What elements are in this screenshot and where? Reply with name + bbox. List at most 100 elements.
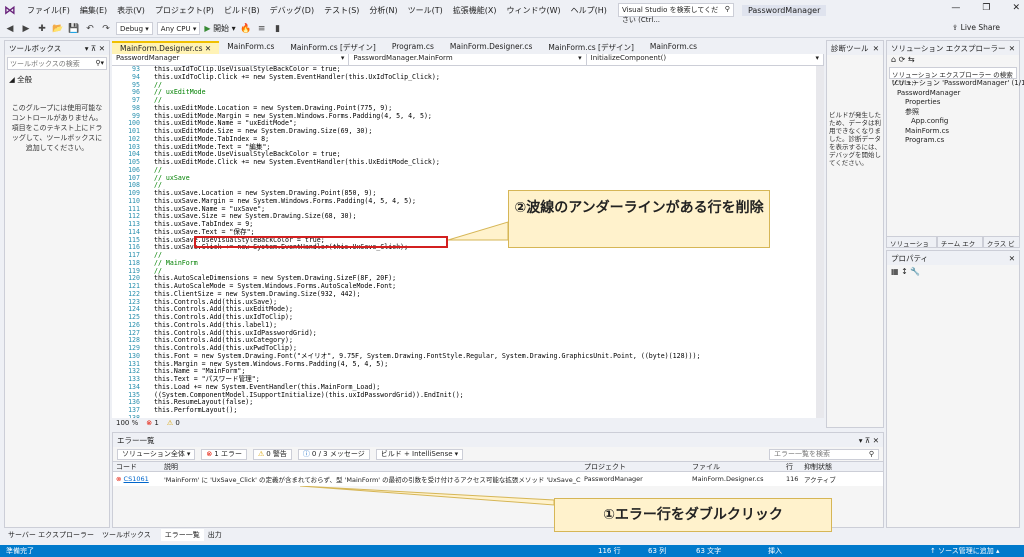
- close-icon[interactable]: ✕: [1009, 254, 1015, 263]
- editor-scrollbar[interactable]: [816, 66, 824, 418]
- error-code[interactable]: CS1061: [124, 475, 149, 483]
- fire-icon[interactable]: 🔥: [240, 24, 252, 34]
- menu-item[interactable]: ツール(T): [403, 5, 448, 16]
- code-line[interactable]: //: [154, 166, 814, 175]
- build-filter-dropdown[interactable]: ビルド + IntelliSense ▾: [375, 448, 464, 460]
- code-line[interactable]: // uxSave: [154, 174, 814, 183]
- code-line[interactable]: this.uxIdToClip.Click += new System.Even…: [154, 73, 814, 82]
- back-icon[interactable]: ◀: [4, 24, 16, 34]
- solution-explorer-panel: ソリューション エクスプローラー ✕ ⌂ ⟳ ⇆ ソリューション エクスプローラー…: [886, 40, 1024, 248]
- error-search-input[interactable]: エラー一覧を検索 ⚲: [769, 448, 879, 460]
- tree-item-solution[interactable]: ソリューション 'PasswordManager' (1/1 プロ: [887, 79, 1024, 89]
- code-line[interactable]: this.ResumeLayout(false);: [154, 398, 814, 407]
- menu-item[interactable]: 分析(N): [364, 5, 402, 16]
- close-icon[interactable]: ✕: [873, 44, 879, 53]
- tree-item-appconfig[interactable]: App.config: [887, 117, 1019, 127]
- forward-icon[interactable]: ▶: [20, 24, 32, 34]
- tab-team-explorer[interactable]: チーム エクスプ...: [936, 236, 983, 258]
- menu-item[interactable]: プロジェクト(P): [150, 5, 219, 16]
- message-filter-button[interactable]: ⓘ 0 / 3 メッセージ: [297, 448, 370, 460]
- tab-class-view[interactable]: クラス ビュー: [982, 236, 1020, 258]
- code-line[interactable]: //: [154, 81, 814, 90]
- column-file[interactable]: ファイル: [689, 462, 783, 471]
- error-indicator[interactable]: ⊗ 1: [146, 419, 159, 427]
- error-filter-button[interactable]: ⊗ 1 エラー: [201, 448, 247, 460]
- tab-error-list[interactable]: エラー一覧: [160, 529, 204, 541]
- warning-filter-button[interactable]: ⚠ 0 警告: [252, 448, 292, 460]
- toolbox-group[interactable]: ◢ 全般: [5, 72, 109, 87]
- solution-header: ソリューション エクスプローラー ✕: [887, 41, 1019, 55]
- vs-search-input[interactable]: Visual Studio を検索してください (Ctrl... ⚲: [617, 3, 734, 24]
- menu-item[interactable]: ヘルプ(H): [566, 5, 612, 16]
- bookmark-icon[interactable]: ▮: [272, 24, 284, 34]
- close-icon[interactable]: ▾ ⊼ ✕: [859, 436, 879, 445]
- toolbox-search-input[interactable]: ツールボックスの検索 ⚲▾: [7, 57, 107, 70]
- menu-item[interactable]: 拡張機能(X): [448, 5, 502, 16]
- status-ready: 準備完了: [6, 547, 34, 555]
- member-dropdown[interactable]: InitializeComponent() ▾: [587, 54, 824, 65]
- pin-icon[interactable]: ▾ ⊼ ✕: [85, 44, 105, 53]
- tab-mainform-design[interactable]: MainForm.cs [デザイン]: [282, 41, 383, 54]
- close-icon[interactable]: ✕: [205, 44, 211, 53]
- menu-item[interactable]: デバッグ(D): [265, 5, 319, 16]
- tab-solution-explorer[interactable]: ソリューション エ...: [886, 236, 937, 258]
- project-dropdown[interactable]: PasswordManager ▾: [112, 54, 350, 65]
- column-code[interactable]: コード: [113, 462, 161, 471]
- tab-mainform-design-2[interactable]: MainForm.cs [デザイン]: [540, 41, 641, 54]
- tree-item-properties[interactable]: Properties: [887, 98, 1019, 108]
- column-description[interactable]: 説明: [161, 462, 581, 471]
- code-line[interactable]: // MainForm: [154, 259, 814, 268]
- minimize-icon[interactable]: —: [951, 3, 960, 13]
- close-icon[interactable]: ✕: [1012, 3, 1020, 13]
- tree-item-mainform[interactable]: MainForm.cs: [887, 127, 1019, 137]
- code-line[interactable]: // uxEditMode: [154, 88, 814, 97]
- code-line[interactable]: //: [154, 251, 814, 260]
- tab-program[interactable]: Program.cs: [384, 41, 442, 54]
- column-project[interactable]: プロジェクト: [581, 462, 689, 471]
- tree-item-project[interactable]: PasswordManager: [887, 89, 1019, 99]
- source-control-button[interactable]: ↑ ソース管理に追加 ▴: [930, 545, 999, 557]
- menu-item[interactable]: ファイル(F): [22, 5, 75, 16]
- menu-item[interactable]: 表示(V): [112, 5, 150, 16]
- maximize-icon[interactable]: ❐: [982, 3, 990, 13]
- annotation-callout-delete-line: ②波線のアンダーラインがある行を削除: [508, 190, 770, 248]
- solution-search-input[interactable]: ソリューション エクスプローラー の検索 (Ctrl+;): [889, 67, 1017, 87]
- live-share-button[interactable]: ⇪ Live Share: [952, 23, 1000, 32]
- code-line[interactable]: ((System.ComponentModel.ISupportInitiali…: [154, 391, 814, 400]
- code-line[interactable]: this.PerformLayout();: [154, 406, 814, 415]
- open-icon[interactable]: 📂: [52, 24, 64, 34]
- code-line[interactable]: this.Margin = new System.Windows.Forms.P…: [154, 360, 814, 369]
- tab-mainform-2[interactable]: MainForm.cs: [642, 41, 705, 54]
- tab-mainform[interactable]: MainForm.cs: [219, 41, 282, 54]
- tab-server-explorer[interactable]: サーバー エクスプローラー: [4, 529, 98, 541]
- column-line[interactable]: 行: [783, 462, 801, 471]
- menu-item[interactable]: テスト(S): [319, 5, 364, 16]
- scope-dropdown[interactable]: ソリューション全体 ▾: [117, 448, 196, 460]
- close-icon[interactable]: ✕: [1009, 44, 1015, 53]
- save-icon[interactable]: 💾: [68, 24, 80, 34]
- platform-dropdown[interactable]: Any CPU ▾: [156, 22, 201, 35]
- menu-item[interactable]: 編集(E): [75, 5, 112, 16]
- tab-mainform-designer[interactable]: MainForm.Designer.cs ✕: [112, 41, 220, 54]
- categorized-icon[interactable]: ▦ ↕ 🔧: [891, 267, 920, 276]
- tab-output[interactable]: 出力: [204, 529, 226, 541]
- menu-item[interactable]: ウィンドウ(W): [502, 5, 566, 16]
- warning-indicator[interactable]: ⚠ 0: [167, 419, 180, 427]
- column-suppression[interactable]: 抑制状態: [801, 462, 861, 471]
- tab-toolbox[interactable]: ツールボックス: [98, 529, 155, 541]
- class-dropdown[interactable]: PasswordManager.MainForm ▾: [349, 54, 587, 65]
- home-icon[interactable]: ⌂ ⟳ ⇆: [891, 55, 915, 64]
- tree-item-references[interactable]: 参照: [887, 108, 1019, 118]
- zoom-level[interactable]: 100 %: [116, 419, 138, 427]
- menu-item[interactable]: ビルド(B): [219, 5, 265, 16]
- start-button[interactable]: ▶ 開始 ▾: [204, 23, 235, 34]
- new-project-icon[interactable]: ✚: [36, 24, 48, 34]
- error-row[interactable]: ⊗ CS1061 'MainForm' に 'UxSave_Click' の定義…: [113, 472, 883, 486]
- code-line[interactable]: this.uxEditMode.Click += new System.Even…: [154, 158, 814, 167]
- tab-mainform-designer-2[interactable]: MainForm.Designer.cs: [442, 41, 541, 54]
- config-dropdown[interactable]: Debug ▾: [116, 22, 153, 35]
- comment-icon[interactable]: ≡: [256, 24, 268, 34]
- undo-icon[interactable]: ↶: [84, 24, 96, 34]
- tree-item-program[interactable]: Program.cs: [887, 136, 1019, 146]
- redo-icon[interactable]: ↷: [100, 24, 112, 34]
